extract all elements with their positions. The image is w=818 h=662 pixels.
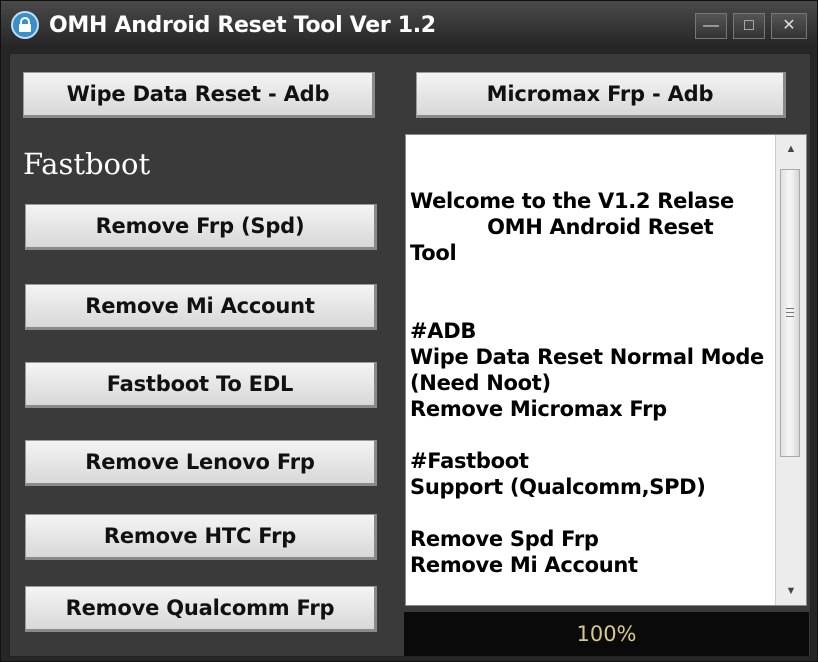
wipe-data-reset-adb-button[interactable]: Wipe Data Reset - Adb	[23, 72, 375, 118]
log-line: Remove Spd Frp	[410, 527, 599, 551]
log-line: OMH Android Reset	[410, 215, 714, 239]
fastboot-section-title: Fastboot	[23, 147, 151, 181]
title-bar[interactable]: OMH Android Reset Tool Ver 1.2 — □ ✕	[1, 1, 817, 49]
remove-qualcomm-frp-button[interactable]: Remove Qualcomm Frp	[25, 586, 377, 632]
log-line: Support (Qualcomm,SPD)	[410, 475, 706, 499]
log-line: Remove Mi Account	[410, 553, 638, 577]
remove-frp-spd-button[interactable]: Remove Frp (Spd)	[25, 204, 377, 250]
grip-line	[786, 316, 794, 317]
window-title: OMH Android Reset Tool Ver 1.2	[49, 13, 436, 38]
log-line: Wipe Data Reset Normal Mode	[410, 345, 764, 369]
log-scrollbar[interactable]: ▲ ▼	[775, 135, 806, 605]
grip-line	[786, 312, 794, 313]
maximize-button[interactable]: □	[733, 13, 765, 39]
scroll-down-icon[interactable]: ▼	[776, 581, 806, 601]
close-button[interactable]: ✕	[771, 13, 807, 39]
log-content: Welcome to the V1.2 Relase OMH Android R…	[410, 188, 778, 578]
app-window: OMH Android Reset Tool Ver 1.2 — □ ✕ Wip…	[0, 0, 818, 662]
log-line: #Fastboot	[410, 449, 529, 473]
log-line: (Need Noot)	[410, 371, 551, 395]
minimize-button[interactable]: —	[695, 13, 727, 39]
scroll-thumb[interactable]	[780, 169, 800, 457]
grip-line	[786, 308, 794, 309]
micromax-frp-adb-button[interactable]: Micromax Frp - Adb	[416, 72, 786, 118]
remove-lenovo-frp-button[interactable]: Remove Lenovo Frp	[25, 440, 377, 486]
remove-mi-account-button[interactable]: Remove Mi Account	[25, 284, 377, 330]
log-line: Welcome to the V1.2 Relase	[410, 189, 734, 213]
remove-htc-frp-button[interactable]: Remove HTC Frp	[25, 514, 377, 560]
lock-icon	[11, 11, 39, 39]
scroll-up-icon[interactable]: ▲	[776, 139, 806, 159]
log-line: Tool	[410, 241, 457, 265]
fastboot-to-edl-button[interactable]: Fastboot To EDL	[25, 362, 377, 408]
log-textbox[interactable]: Welcome to the V1.2 Relase OMH Android R…	[405, 134, 807, 606]
progress-bar: 100%	[404, 612, 809, 656]
progress-label: 100%	[576, 622, 637, 646]
log-line: Remove Micromax Frp	[410, 397, 667, 421]
log-line: #ADB	[410, 319, 477, 343]
